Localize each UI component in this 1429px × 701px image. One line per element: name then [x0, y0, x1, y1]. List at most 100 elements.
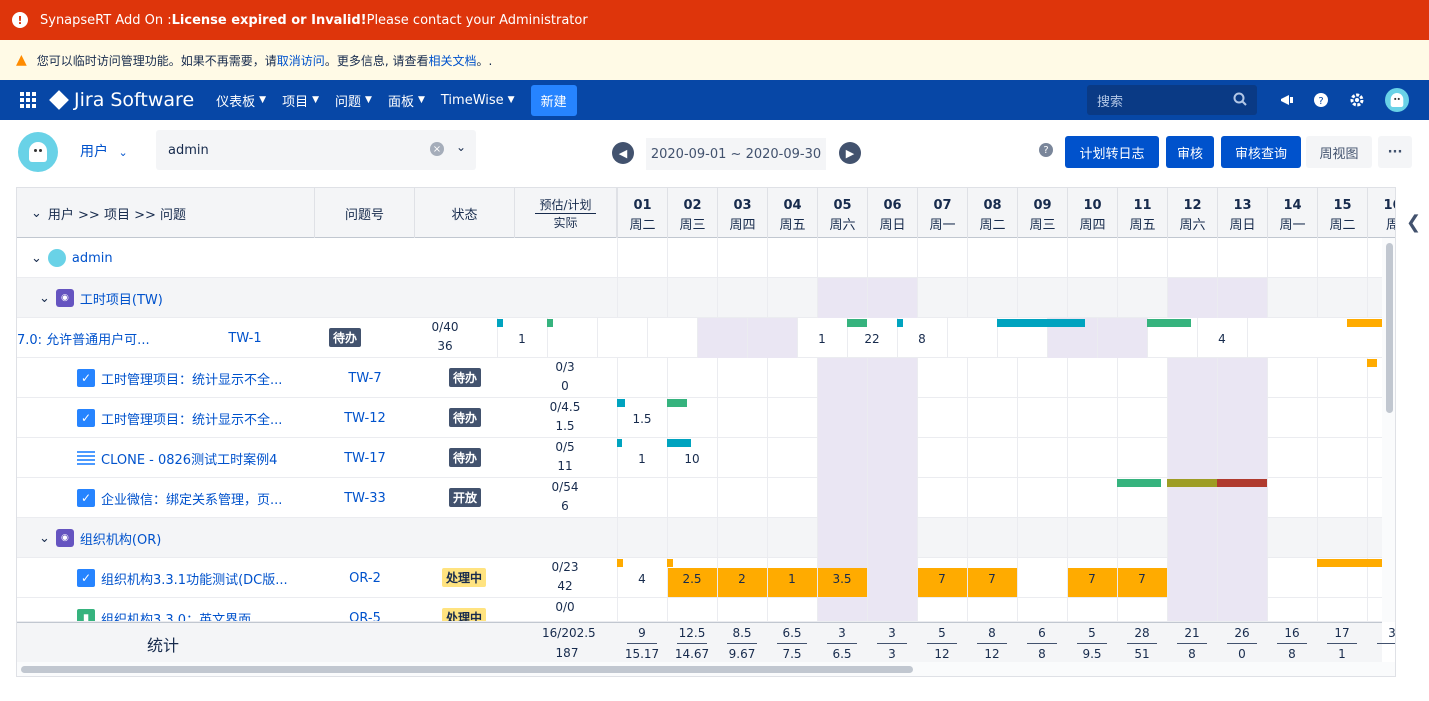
scroll-thumb[interactable] [21, 666, 913, 673]
menu-projects[interactable]: 项目 ▼ [274, 91, 327, 110]
day-cell[interactable] [1267, 558, 1317, 598]
day-cell[interactable] [1217, 278, 1267, 318]
project-tree-node[interactable]: ⌄ ◉ 组织机构(OR) [39, 518, 161, 558]
day-cell[interactable] [717, 398, 767, 438]
issue-title-text[interactable]: 企业微信：绑定关系管理，页... [101, 489, 282, 508]
day-cell[interactable] [1167, 358, 1217, 398]
issue-title[interactable]: CLONE - 0826测试工时案例4 [77, 438, 297, 478]
user-type-select[interactable]: 用户 ⌄ [80, 141, 128, 161]
user-select-input[interactable]: admin × ⌄ [156, 130, 476, 170]
day-cell[interactable] [917, 438, 967, 478]
day-cell[interactable] [1117, 518, 1167, 558]
day-cell[interactable] [1117, 358, 1167, 398]
chevron-down-icon[interactable]: ⌄ [456, 140, 466, 154]
review-query-button[interactable]: 审核查询 [1221, 136, 1301, 168]
user-avatar[interactable] [1385, 88, 1409, 112]
day-cell[interactable] [1067, 438, 1117, 478]
hour-value[interactable]: 4 [617, 572, 667, 586]
day-cell[interactable] [1067, 278, 1117, 318]
day-cell[interactable] [1247, 318, 1297, 358]
day-cell[interactable] [867, 238, 917, 278]
day-cell[interactable] [967, 478, 1017, 518]
day-cell[interactable] [747, 318, 797, 358]
day-cell[interactable] [947, 318, 997, 358]
day-cell[interactable] [1267, 598, 1317, 621]
day-cell[interactable] [1217, 518, 1267, 558]
day-cell[interactable] [867, 598, 917, 621]
day-cell[interactable] [1017, 398, 1067, 438]
day-cell[interactable] [1017, 558, 1067, 598]
day-cell[interactable] [617, 518, 667, 558]
day-cell[interactable] [1317, 478, 1367, 518]
day-cell[interactable] [1317, 598, 1367, 621]
day-cell[interactable] [597, 318, 647, 358]
vertical-scrollbar[interactable] [1382, 238, 1395, 622]
day-cell[interactable] [817, 398, 867, 438]
help-icon[interactable]: ? [1311, 90, 1331, 110]
day-cell[interactable] [1317, 278, 1367, 318]
day-cell[interactable] [767, 358, 817, 398]
week-view-button[interactable]: 周视图 [1306, 136, 1372, 168]
user-name[interactable]: admin [72, 251, 113, 266]
issue-title-text[interactable]: 工时管理项目：统计显示不全... [101, 369, 282, 388]
notifications-icon[interactable] [1277, 90, 1297, 110]
menu-timewise[interactable]: TimeWise ▼ [433, 93, 523, 108]
hour-value[interactable]: 4 [1197, 332, 1247, 346]
day-cell[interactable] [867, 518, 917, 558]
day-cell[interactable] [767, 438, 817, 478]
day-cell[interactable] [867, 558, 917, 598]
day-cell[interactable] [767, 278, 817, 318]
day-cell[interactable] [697, 318, 747, 358]
hour-value[interactable]: 7 [1117, 572, 1167, 586]
day-cell[interactable] [767, 518, 817, 558]
project-tree-node[interactable]: ⌄ ◉ 工时项目(TW) [39, 278, 163, 318]
day-cell[interactable] [1367, 598, 1382, 621]
hour-value[interactable]: 10 [667, 452, 717, 466]
hour-value[interactable]: 1 [497, 332, 547, 346]
day-cell[interactable] [617, 238, 667, 278]
day-cell[interactable] [1217, 598, 1267, 621]
issue-key[interactable]: TW-33 [315, 478, 415, 518]
day-cell[interactable] [767, 398, 817, 438]
day-cell[interactable] [817, 238, 867, 278]
day-cell[interactable] [967, 358, 1017, 398]
jira-logo[interactable]: Jira Software [49, 89, 194, 111]
day-cell[interactable] [1117, 238, 1167, 278]
day-cell[interactable] [817, 518, 867, 558]
day-cell[interactable] [1167, 558, 1217, 598]
project-name[interactable]: 组织机构(OR) [80, 529, 161, 548]
hour-value[interactable]: 2.5 [667, 572, 717, 586]
day-cell[interactable] [1017, 598, 1067, 621]
day-cell[interactable] [867, 438, 917, 478]
day-cell[interactable] [1317, 438, 1367, 478]
day-cell[interactable] [817, 358, 867, 398]
day-cell[interactable] [1167, 598, 1217, 621]
issue-key[interactable]: TW-17 [315, 438, 415, 478]
day-cell[interactable] [547, 318, 597, 358]
day-cell[interactable] [1217, 358, 1267, 398]
issue-title[interactable]: 7.0: 允许普通用户可... [17, 318, 167, 358]
day-cell[interactable] [617, 478, 667, 518]
day-cell[interactable] [667, 518, 717, 558]
day-cell[interactable] [917, 478, 967, 518]
day-cell[interactable] [767, 238, 817, 278]
day-cell[interactable] [817, 438, 867, 478]
day-cell[interactable] [1017, 238, 1067, 278]
day-cell[interactable] [1167, 438, 1217, 478]
day-cell[interactable] [1217, 558, 1267, 598]
day-cell[interactable] [917, 358, 967, 398]
day-cell[interactable] [1067, 518, 1117, 558]
day-cell[interactable] [867, 278, 917, 318]
hour-value[interactable]: 1 [797, 332, 847, 346]
day-cell[interactable] [1117, 278, 1167, 318]
day-cell[interactable] [1217, 238, 1267, 278]
day-cell[interactable] [767, 478, 817, 518]
day-cell[interactable] [917, 398, 967, 438]
more-options-button[interactable]: ··· [1378, 136, 1412, 168]
day-cell[interactable] [667, 278, 717, 318]
day-cell[interactable] [717, 518, 767, 558]
day-cell[interactable] [817, 598, 867, 621]
hour-value[interactable]: 7 [917, 572, 967, 586]
chevron-down-icon[interactable]: ⌄ [39, 291, 50, 306]
day-cell[interactable] [917, 278, 967, 318]
